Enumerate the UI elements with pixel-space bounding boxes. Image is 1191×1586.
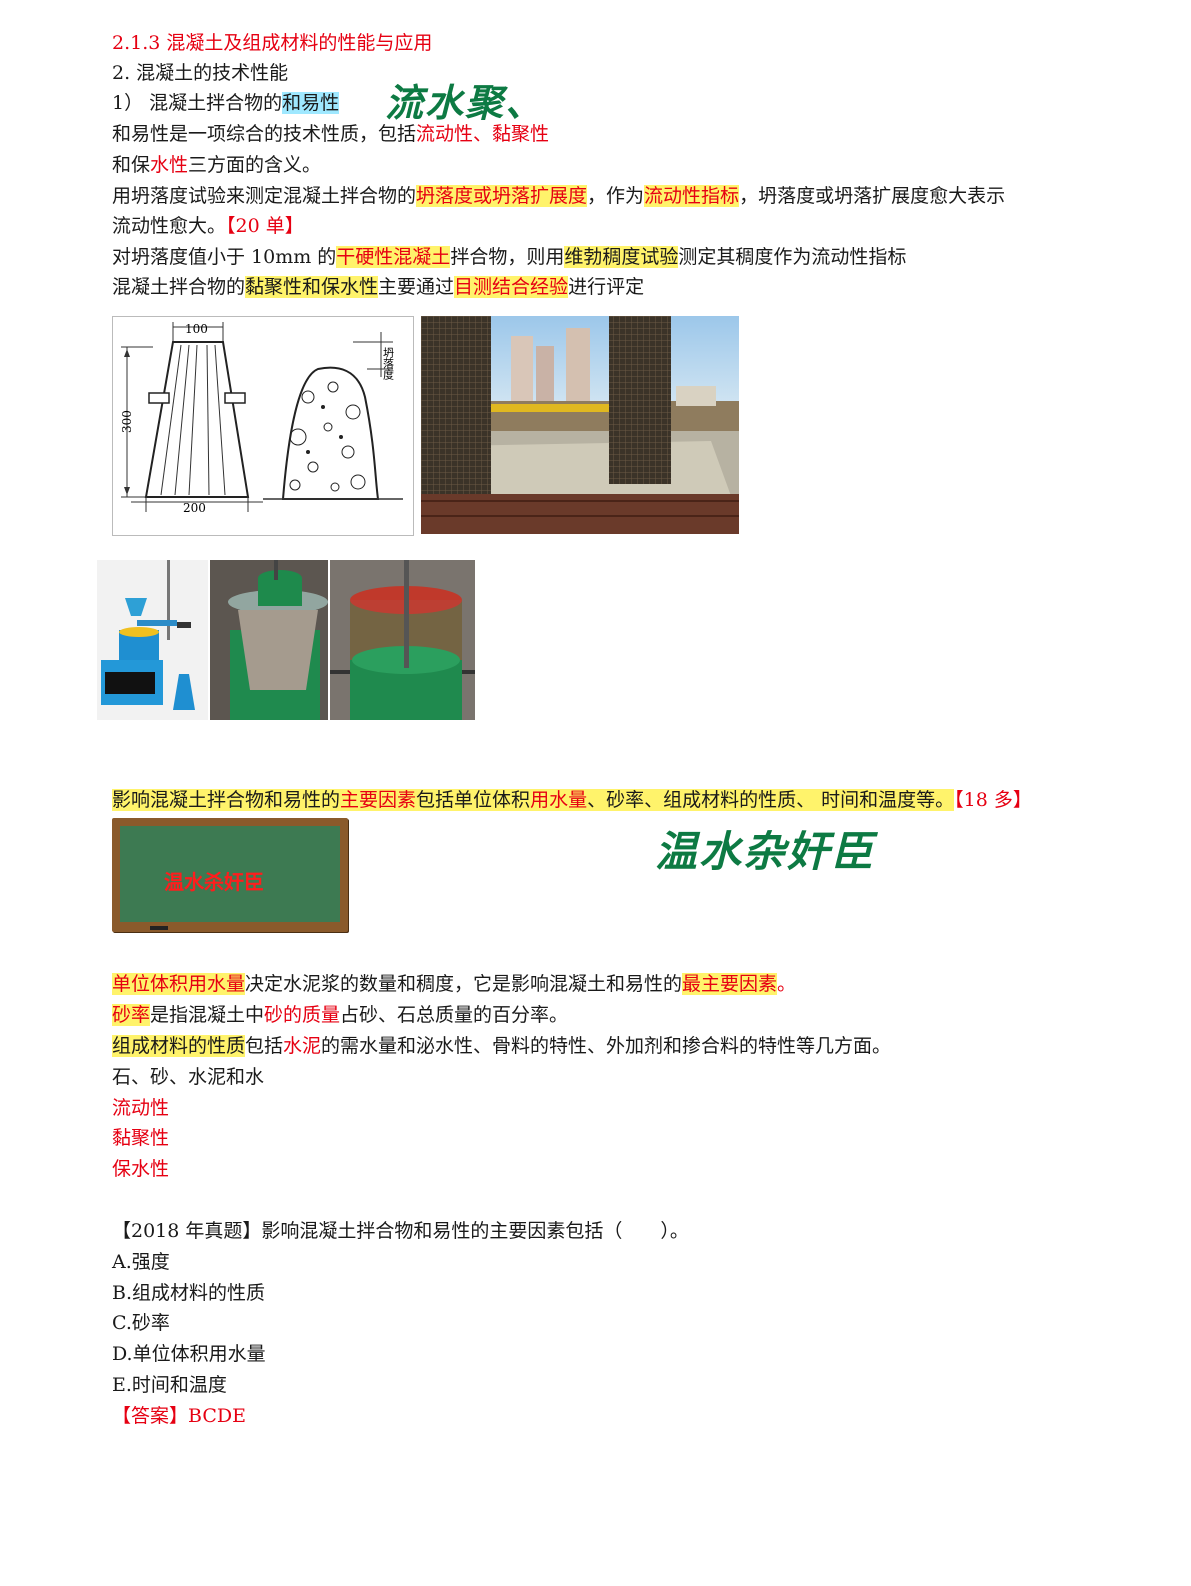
p3-text-3: ，坍落度或坍落扩展度愈大表示 xyxy=(739,185,1006,207)
p5-highlight-2: 维勃稠度试验 xyxy=(564,246,679,268)
vebe-apparatus-photo xyxy=(97,560,208,720)
list-item: 黏聚性 xyxy=(112,1127,170,1149)
section-title: 混凝土及组成材料的性能与应用 xyxy=(166,32,433,54)
paragraph-1: 和易性是一项综合的技术性质，包括流动性、黏聚性 xyxy=(112,119,549,149)
list-item: 保水性 xyxy=(112,1158,170,1180)
slump-cone-diagram: 100 300 200 坍落度 xyxy=(112,316,414,536)
vebe-test-photo-1 xyxy=(210,560,328,720)
p6-highlight: 黏聚性和保水性 xyxy=(245,276,379,298)
p8-highlight: 单位体积用水量 xyxy=(112,973,246,995)
paragraph-8: 单位体积用水量决定水泥浆的数量和稠度，它是影响混凝土和易性的最主要因素。 xyxy=(112,969,796,999)
answer-value: BCDE xyxy=(188,1405,246,1427)
answer-label: 【答案】 xyxy=(112,1405,189,1427)
p9-highlight: 砂率 xyxy=(112,1004,151,1026)
blackboard: 温水杀奸臣 xyxy=(112,818,348,932)
p2-text-end: 三方面的含义。 xyxy=(188,154,322,176)
paragraph-10: 组成材料的性质包括水泥的需水量和泌水性、骨料的特性、外加剂和掺合料的特性等几方面… xyxy=(112,1031,891,1061)
p10-text-2: 的需水量和泌水性、骨料的特性、外加剂和掺合料的特性等几方面。 xyxy=(321,1035,892,1057)
p2-text: 和保 xyxy=(112,154,151,176)
paragraph-6: 混凝土拌合物的黏聚性和保水性主要通过目测结合经验进行评定 xyxy=(112,272,644,302)
p7-text-2: 包括 xyxy=(416,789,455,811)
paragraph-9: 砂率是指混凝土中砂的质量占砂、石总质量的百分率。 xyxy=(112,1000,568,1030)
p3-text: 用坍落度试验来测定混凝土拌合物的 xyxy=(112,185,417,207)
p8-text: 决定水泥浆的数量和稠度，它是影响混凝土和易性的 xyxy=(245,973,683,995)
paragraph-4: 流动性愈大。【20 单】 xyxy=(112,211,304,241)
dim-top-label: 100 xyxy=(185,322,208,336)
option-c: C.砂率 xyxy=(112,1312,170,1334)
option-b: B.组成材料的性质 xyxy=(112,1282,266,1304)
p1-text: 和易性是一项综合的技术性质，包括 xyxy=(112,123,417,145)
p7-text-3: 单位体积 xyxy=(454,789,531,811)
list-item: 流动性 xyxy=(112,1097,170,1119)
exam-question: 【2018 年真题】影响混凝土拌合物和易性的主要因素包括（ ）。 xyxy=(112,1220,689,1242)
exam-tag: 【20 单】 xyxy=(226,215,304,237)
option-d: D.单位体积用水量 xyxy=(112,1343,266,1365)
p3-text-2: ，作为 xyxy=(587,185,645,207)
section-number: 2.1.3 xyxy=(112,32,161,54)
p7-text: 影响混凝土拌合物和易性的 xyxy=(112,789,341,811)
option-e: E.时间和温度 xyxy=(112,1374,227,1396)
topic-number: 1） xyxy=(112,92,144,114)
p2-red: 水性 xyxy=(150,154,189,176)
construction-site-photo xyxy=(421,316,739,534)
p5-highlight: 干硬性混凝土 xyxy=(336,246,451,268)
exam-tag-2: 【18 多】 xyxy=(954,789,1032,811)
subsection-heading: 2. 混凝土的技术性能 xyxy=(112,62,289,84)
paragraph-5: 对坍落度值小于 10mm 的干硬性混凝土拌合物，则用维勃稠度试验测定其稠度作为流… xyxy=(112,242,906,272)
topic-prefix: 混凝土拌合物的 xyxy=(149,92,283,114)
topic-line: 1） 混凝土拌合物的和易性 xyxy=(112,88,340,118)
paragraph-2: 和保水性三方面的含义。 xyxy=(112,150,321,180)
p9-text-2: 占砂、石总质量的百分率。 xyxy=(340,1004,569,1026)
p5-text: 对坍落度值小于 10mm 的 xyxy=(112,246,337,268)
paragraph-11: 石、砂、水泥和水 xyxy=(112,1066,265,1088)
chalk-icon xyxy=(150,926,168,930)
topic-highlight: 和易性 xyxy=(282,92,340,114)
p9-text: 是指混凝土中 xyxy=(150,1004,265,1026)
handwritten-mnemonic: 温水杂奸臣 xyxy=(655,827,876,876)
p10-red: 水泥 xyxy=(283,1035,322,1057)
slump-label: 坍落度 xyxy=(382,346,395,381)
p7-text-4: 、砂率、组成材料的性质、 时间和温度等。 xyxy=(587,789,955,811)
p10-text: 包括 xyxy=(245,1035,284,1057)
vebe-test-photo-2 xyxy=(330,560,475,720)
paragraph-7: 影响混凝土拌合物和易性的主要因素包括单位体积用水量、砂率、组成材料的性质、 时间… xyxy=(112,785,1032,815)
answer: 【答案】BCDE xyxy=(112,1401,246,1431)
p3-highlight-2: 流动性指标 xyxy=(644,185,740,207)
p6-highlight-2: 目测结合经验 xyxy=(454,276,569,298)
p8-end: 。 xyxy=(777,973,797,995)
p5-text-3: 测定其稠度作为流动性指标 xyxy=(678,246,907,268)
p8-highlight-2: 最主要因素 xyxy=(682,973,778,995)
paragraph-3: 用坍落度试验来测定混凝土拌合物的坍落度或坍落扩展度，作为流动性指标，坍落度或坍落… xyxy=(112,181,1005,211)
p3-highlight: 坍落度或坍落扩展度 xyxy=(416,185,588,207)
p5-text-2: 拌合物，则用 xyxy=(450,246,565,268)
section-heading: 2.1.3 混凝土及组成材料的性能与应用 xyxy=(112,28,432,58)
p7-red: 主要因素 xyxy=(340,789,417,811)
p7-red-2: 用水量 xyxy=(530,789,588,811)
dim-bottom-label: 200 xyxy=(183,501,206,515)
p10-highlight: 组成材料的性质 xyxy=(112,1035,246,1057)
blackboard-text: 温水杀奸臣 xyxy=(164,870,264,894)
p6-text-3: 进行评定 xyxy=(568,276,645,298)
option-a: A.强度 xyxy=(112,1251,170,1273)
dim-height-label: 300 xyxy=(120,410,134,433)
p6-text: 混凝土拌合物的 xyxy=(112,276,246,298)
p1-red: 流动性、黏聚性 xyxy=(416,123,550,145)
p9-red: 砂的质量 xyxy=(264,1004,341,1026)
p6-text-2: 主要通过 xyxy=(378,276,455,298)
p4-text: 流动性愈大。 xyxy=(112,215,227,237)
blackboard-surface: 温水杀奸臣 xyxy=(120,826,340,930)
